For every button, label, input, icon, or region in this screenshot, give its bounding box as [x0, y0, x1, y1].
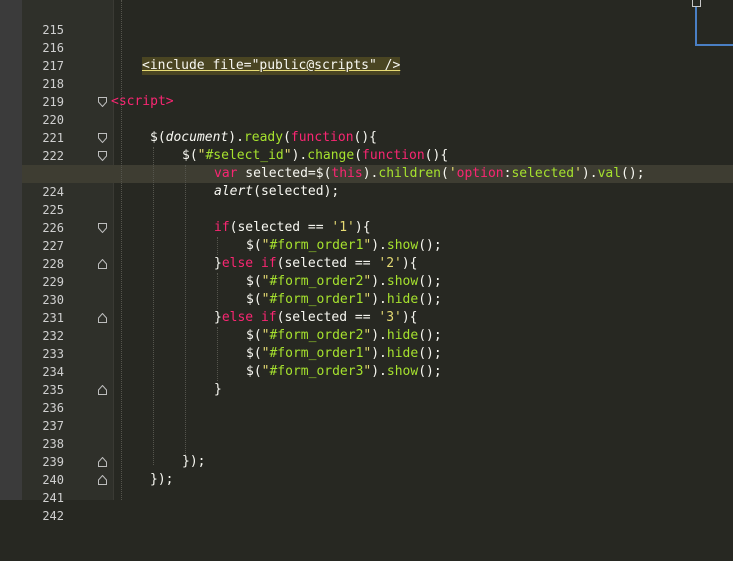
- code-line[interactable]: 230 $("#form_order2").show();: [22, 273, 733, 307]
- activity-bar: [0, 0, 23, 500]
- code-line[interactable]: 235 $("#form_order3").show();: [22, 363, 733, 397]
- indent-guide: [153, 147, 154, 465]
- code-text[interactable]: $("#form_order3").show();: [246, 363, 442, 381]
- code-line[interactable]: 239: [22, 435, 733, 469]
- code-line[interactable]: 232 }else if(selected == '3'){: [22, 309, 733, 343]
- fold-collapse-icon[interactable]: [98, 223, 107, 233]
- fold-end-icon[interactable]: [98, 475, 107, 485]
- code-line[interactable]: 221: [22, 111, 733, 145]
- code-line[interactable]: 229 }else if(selected == '2'){: [22, 255, 733, 289]
- indent-guide: [185, 165, 186, 455]
- code-text[interactable]: $(document).ready(function(){: [150, 129, 377, 147]
- code-line[interactable]: 215: [22, 3, 733, 37]
- indent-guide: [217, 237, 218, 255]
- line-number: 242: [42, 509, 64, 523]
- fold-end-icon[interactable]: [98, 385, 107, 395]
- code-text[interactable]: $("#form_order2").show();: [246, 273, 442, 291]
- code-text[interactable]: if(selected == '1'){: [214, 219, 371, 237]
- code-line[interactable]: 234 $("#form_order1").hide();: [22, 345, 733, 379]
- code-line[interactable]: 242: [22, 489, 733, 523]
- code-line[interactable]: 237: [22, 399, 733, 433]
- code-line[interactable]: 240 });: [22, 453, 733, 487]
- code-line[interactable]: 238: [22, 417, 733, 451]
- code-line[interactable]: 236 }: [22, 381, 733, 415]
- code-text[interactable]: });: [182, 453, 205, 471]
- fold-end-icon[interactable]: [98, 457, 107, 467]
- fold-collapse-icon[interactable]: [98, 133, 107, 143]
- code-text[interactable]: }else if(selected == '2'){: [214, 255, 418, 273]
- code-text[interactable]: $("#form_order1").hide();: [246, 291, 442, 309]
- code-line[interactable]: 223 $("#select_id").change(function(){: [22, 147, 733, 181]
- code-text[interactable]: <include file="public@scripts" />: [142, 57, 401, 75]
- fold-end-icon[interactable]: [98, 259, 107, 269]
- code-line[interactable]: 227 if(selected == '1'){: [22, 219, 733, 253]
- code-text[interactable]: $("#select_id").change(function(){: [182, 147, 448, 165]
- code-line[interactable]: 226: [22, 201, 733, 235]
- code-text[interactable]: var selected=$(this).children('option:se…: [214, 165, 645, 183]
- fold-collapse-icon[interactable]: [98, 151, 107, 161]
- code-line[interactable]: 219: [22, 75, 733, 109]
- minimap-scroll-marker[interactable]: [692, 0, 701, 7]
- code-line[interactable]: 241 });: [22, 471, 733, 505]
- fold-end-icon[interactable]: [98, 313, 107, 323]
- code-line[interactable]: 228 $("#form_order1").show();: [22, 237, 733, 271]
- code-text[interactable]: $("#form_order1").hide();: [246, 345, 442, 363]
- code-line[interactable]: 217: [22, 39, 733, 73]
- code-text[interactable]: $("#form_order2").hide();: [246, 327, 442, 345]
- fold-collapse-icon[interactable]: [98, 97, 107, 107]
- code-text[interactable]: alert(selected);: [214, 183, 339, 201]
- code-line[interactable]: 231 $("#form_order1").hide();: [22, 291, 733, 325]
- indent-guide: [121, 0, 122, 500]
- code-text[interactable]: }: [214, 381, 222, 399]
- code-text[interactable]: });: [150, 471, 173, 489]
- current-code-line[interactable]: 224 var selected=$(this).children('optio…: [22, 165, 733, 199]
- code-line[interactable]: 222 $(document).ready(function(){: [22, 129, 733, 163]
- code-line[interactable]: 218 <include file="public@scripts" />: [22, 57, 733, 91]
- code-line[interactable]: 216: [22, 21, 733, 55]
- indent-guide: [217, 273, 218, 309]
- code-text[interactable]: $("#form_order1").show();: [246, 237, 442, 255]
- code-text[interactable]: }else if(selected == '3'){: [214, 309, 418, 327]
- indent-guide: [217, 327, 218, 381]
- code-line[interactable]: 220 <script>: [22, 93, 733, 127]
- code-line[interactable]: 233 $("#form_order2").hide();: [22, 327, 733, 361]
- code-line[interactable]: 225 alert(selected);: [22, 183, 733, 217]
